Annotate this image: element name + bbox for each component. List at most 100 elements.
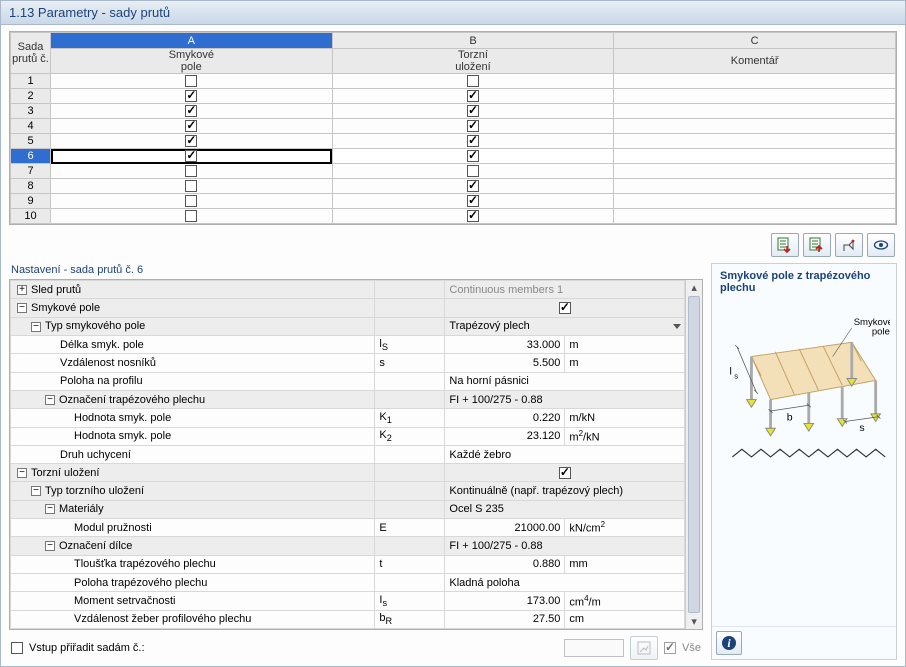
- cell-torsional[interactable]: [332, 194, 614, 209]
- prop-value[interactable]: FI + 100/275 - 0.88: [445, 537, 685, 555]
- prop-value[interactable]: Kladná poloha: [445, 573, 685, 591]
- cell-comment[interactable]: [614, 209, 896, 224]
- cell-comment[interactable]: [614, 179, 896, 194]
- tree-toggle-icon[interactable]: −: [45, 504, 55, 514]
- properties-table[interactable]: +Sled prutůContinuous members 1−Smykové …: [10, 280, 685, 629]
- prop-value[interactable]: 23.120: [445, 427, 565, 445]
- cell-shear-panel[interactable]: [51, 104, 333, 119]
- prop-value[interactable]: Continuous members 1: [445, 281, 685, 299]
- tree-toggle-icon[interactable]: −: [45, 541, 55, 551]
- cell-shear-panel[interactable]: [51, 134, 333, 149]
- prop-row[interactable]: Tloušťka trapézového plechut0.880mm: [11, 555, 685, 573]
- cell-comment[interactable]: [614, 74, 896, 89]
- prop-row[interactable]: −Typ smykového poleTrapézový plech: [11, 317, 685, 335]
- prop-row[interactable]: Délka smyk. polelS33.000m: [11, 336, 685, 354]
- cell-torsional[interactable]: [332, 74, 614, 89]
- prop-row[interactable]: Druh uchyceníKaždé žebro: [11, 445, 685, 463]
- prop-row[interactable]: Poloha na profiluNa horní pásnici: [11, 372, 685, 390]
- row-header[interactable]: 6: [11, 149, 51, 164]
- assign-input[interactable]: [564, 639, 624, 657]
- row-header[interactable]: 9: [11, 194, 51, 209]
- row-header[interactable]: 4: [11, 119, 51, 134]
- cell-shear-panel[interactable]: [51, 179, 333, 194]
- col-header-b[interactable]: B: [332, 33, 614, 49]
- prop-row[interactable]: Vzdálenost nosníkůs5.500m: [11, 354, 685, 372]
- assign-all-checkbox[interactable]: [664, 642, 676, 654]
- prop-value[interactable]: Kontinuálně (např. trapézový plech): [445, 482, 685, 500]
- prop-value[interactable]: Na horní pásnici: [445, 372, 685, 390]
- cell-comment[interactable]: [614, 149, 896, 164]
- cell-shear-panel[interactable]: [51, 89, 333, 104]
- cell-shear-panel[interactable]: [51, 74, 333, 89]
- cell-comment[interactable]: [614, 119, 896, 134]
- table-row[interactable]: 1: [11, 74, 896, 89]
- table-row[interactable]: 10: [11, 209, 896, 224]
- cell-comment[interactable]: [614, 164, 896, 179]
- row-header[interactable]: 7: [11, 164, 51, 179]
- table-row[interactable]: 3: [11, 104, 896, 119]
- col-header-c[interactable]: C: [614, 33, 896, 49]
- tree-toggle-icon[interactable]: +: [17, 285, 27, 295]
- cell-shear-panel[interactable]: [51, 149, 333, 164]
- info-button[interactable]: i: [716, 631, 742, 655]
- prop-row[interactable]: +Sled prutůContinuous members 1: [11, 281, 685, 299]
- tree-toggle-icon[interactable]: −: [17, 303, 27, 313]
- row-header[interactable]: 5: [11, 134, 51, 149]
- cell-comment[interactable]: [614, 89, 896, 104]
- prop-row[interactable]: −Typ torzního uloženíKontinuálně (např. …: [11, 482, 685, 500]
- tree-toggle-icon[interactable]: −: [45, 395, 55, 405]
- row-header[interactable]: 3: [11, 104, 51, 119]
- table-row[interactable]: 5: [11, 134, 896, 149]
- prop-row[interactable]: −Označení dílceFI + 100/275 - 0.88: [11, 537, 685, 555]
- prop-checkbox-cell[interactable]: [445, 299, 685, 317]
- prop-value[interactable]: 21000.00: [445, 519, 565, 537]
- row-header[interactable]: 2: [11, 89, 51, 104]
- cell-torsional[interactable]: [332, 89, 614, 104]
- row-header[interactable]: 1: [11, 74, 51, 89]
- tree-toggle-icon[interactable]: −: [31, 322, 41, 332]
- prop-row[interactable]: Hodnota smyk. poleK10.220m/kN: [11, 409, 685, 427]
- prop-row[interactable]: Moment setrvačnostiIs173.00cm4/m: [11, 592, 685, 610]
- prop-value[interactable]: Ocel S 235: [445, 500, 685, 518]
- table-row[interactable]: 9: [11, 194, 896, 209]
- cell-torsional[interactable]: [332, 119, 614, 134]
- prop-row[interactable]: −Torzní uložení: [11, 464, 685, 482]
- cell-torsional[interactable]: [332, 164, 614, 179]
- tree-toggle-icon[interactable]: −: [17, 468, 27, 478]
- row-header[interactable]: 8: [11, 179, 51, 194]
- import-from-excel-button[interactable]: [803, 233, 831, 257]
- prop-value[interactable]: Každé žebro: [445, 445, 685, 463]
- prop-row[interactable]: −Smykové pole: [11, 299, 685, 317]
- cell-torsional[interactable]: [332, 134, 614, 149]
- assign-pick-button[interactable]: [630, 636, 658, 660]
- table-row[interactable]: 2: [11, 89, 896, 104]
- prop-value[interactable]: FI + 100/275 - 0.88: [445, 390, 685, 408]
- cell-torsional[interactable]: [332, 104, 614, 119]
- pick-button[interactable]: [835, 233, 863, 257]
- properties-scrollbar[interactable]: ▴▾: [685, 280, 702, 629]
- prop-row[interactable]: Poloha trapézového plechuKladná poloha: [11, 573, 685, 591]
- prop-value[interactable]: 0.220: [445, 409, 565, 427]
- prop-value[interactable]: 173.00: [445, 592, 565, 610]
- table-row[interactable]: 8: [11, 179, 896, 194]
- view-button[interactable]: [867, 233, 895, 257]
- cell-shear-panel[interactable]: [51, 194, 333, 209]
- prop-row[interactable]: −MateriályOcel S 235: [11, 500, 685, 518]
- prop-row[interactable]: Modul pružnostiE21000.00kN/cm2: [11, 519, 685, 537]
- prop-row[interactable]: −Označení trapézového plechuFI + 100/275…: [11, 390, 685, 408]
- table-row[interactable]: 4: [11, 119, 896, 134]
- col-header-a[interactable]: A: [51, 33, 333, 49]
- row-header[interactable]: 10: [11, 209, 51, 224]
- prop-value[interactable]: Trapézový plech: [445, 317, 685, 335]
- prop-value[interactable]: 27.50: [445, 610, 565, 628]
- prop-value[interactable]: 0.880: [445, 555, 565, 573]
- table-row[interactable]: 6: [11, 149, 896, 164]
- cell-comment[interactable]: [614, 104, 896, 119]
- cell-comment[interactable]: [614, 194, 896, 209]
- cell-shear-panel[interactable]: [51, 119, 333, 134]
- cell-comment[interactable]: [614, 134, 896, 149]
- tree-toggle-icon[interactable]: −: [31, 486, 41, 496]
- member-sets-grid[interactable]: Sadaprutů č.ABCSmykovépoleTorzníuloženíK…: [9, 31, 897, 225]
- cell-torsional[interactable]: [332, 149, 614, 164]
- cell-shear-panel[interactable]: [51, 209, 333, 224]
